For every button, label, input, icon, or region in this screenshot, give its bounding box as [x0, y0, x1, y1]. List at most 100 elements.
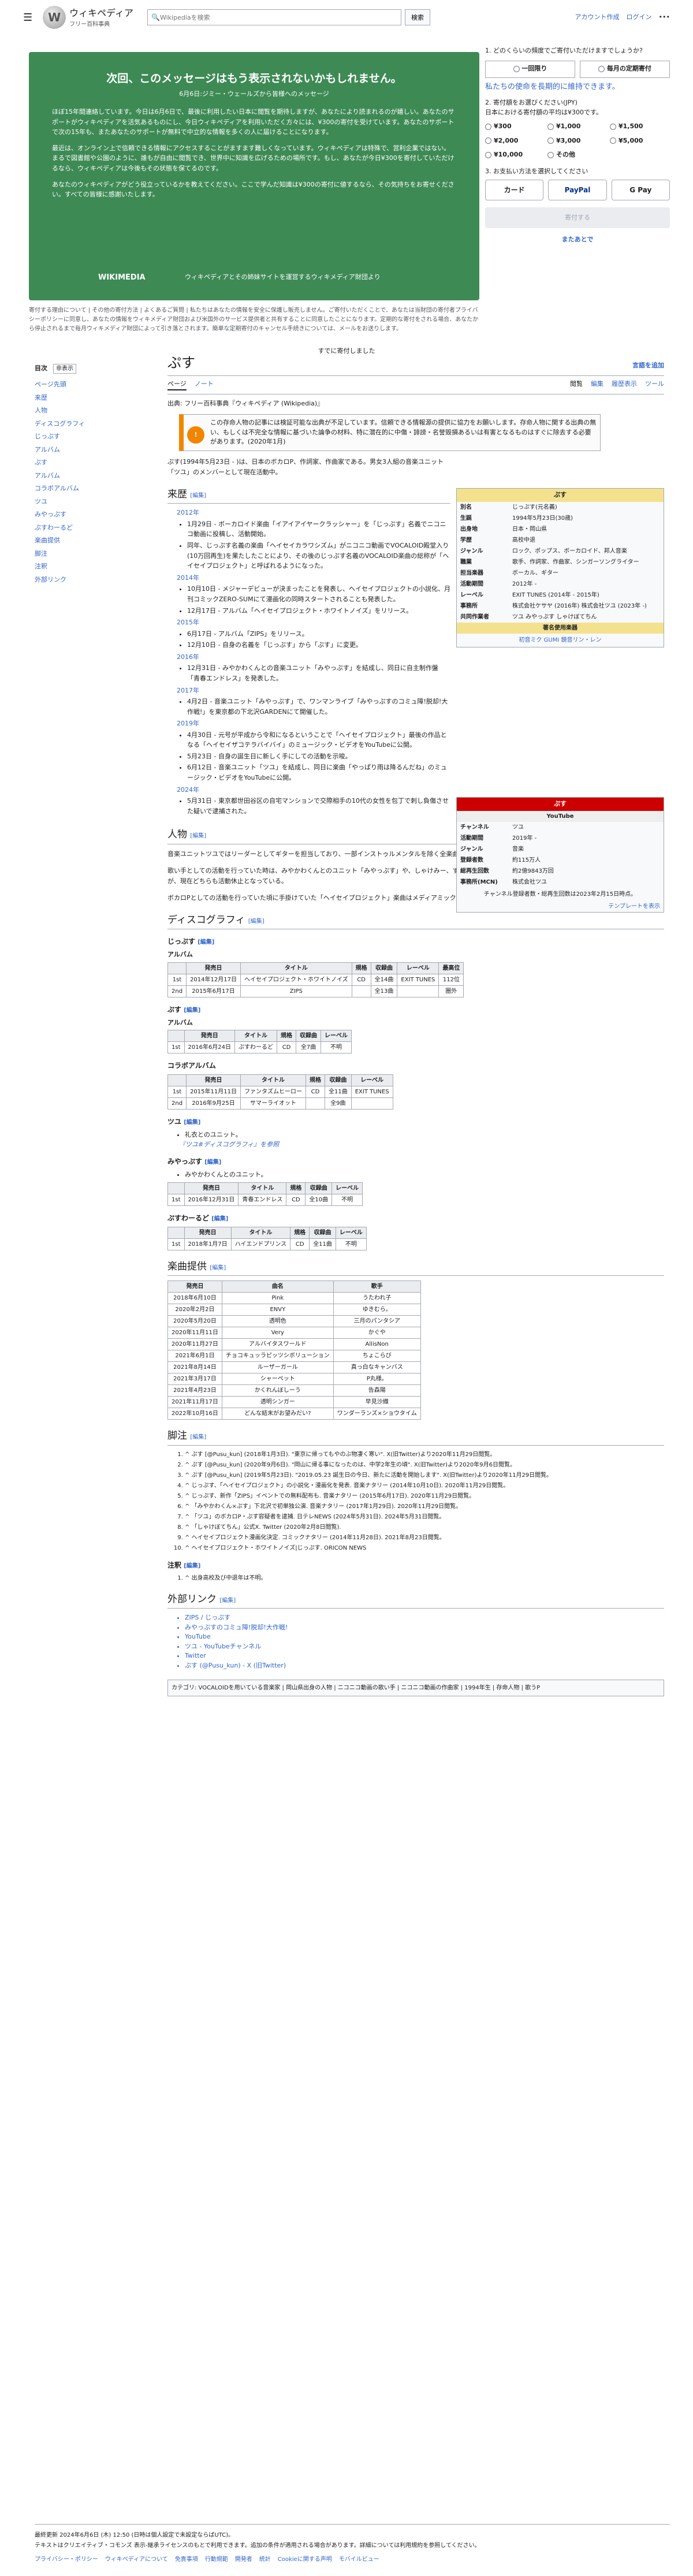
external-link[interactable]: みやっぷすのコミュ障!脱却!大作戦! [185, 1623, 664, 1633]
year-link[interactable]: 2015年 [177, 619, 199, 626]
donate-button[interactable]: 寄付する [485, 207, 670, 228]
amount-option[interactable]: ¥5,000 [610, 136, 670, 146]
external-link[interactable]: Twitter [185, 1651, 664, 1661]
toc-item[interactable]: ぷすわーるど [35, 522, 150, 535]
infobox-key: チャンネル [460, 824, 489, 831]
table-cell [305, 1097, 325, 1110]
table-cell: どんな結末がお望みだい? [221, 1408, 334, 1420]
gpay-button[interactable]: G Pay [611, 180, 670, 200]
footer-link[interactable]: Cookieに関する声明 [278, 2555, 332, 2565]
footer-link[interactable]: ウィキペディアについて [105, 2555, 168, 2565]
card-payment-button[interactable]: カード [485, 180, 544, 200]
table-header: 発売日 [184, 1182, 239, 1194]
footer-link[interactable]: プライバシー・ポリシー [35, 2555, 98, 2565]
edit-link[interactable]: [編集] [248, 918, 264, 925]
maybe-later-link[interactable]: またあとで [485, 235, 670, 245]
site-logo[interactable]: W ウィキペディア フリー百科事典 [43, 6, 133, 29]
section-supply: 楽曲提供 [編集] [167, 1260, 664, 1276]
edit-link[interactable]: [編集] [190, 1434, 206, 1440]
amount-option[interactable]: ¥2,000 [485, 136, 545, 146]
edit-link[interactable]: [編集] [204, 1159, 221, 1166]
edit-link[interactable]: [編集] [184, 1119, 200, 1126]
external-link[interactable]: YouTube [185, 1632, 664, 1642]
amount-option[interactable]: ¥1,500 [610, 122, 670, 132]
search-input[interactable] [159, 13, 398, 21]
one-time-option[interactable]: 一回限り [485, 60, 575, 78]
year-link[interactable]: 2016年 [177, 653, 199, 661]
see-also-link[interactable]: 『ツユ#ディスコグラフィ』を参照 [179, 1140, 664, 1150]
login-link[interactable]: ログイン [627, 13, 652, 23]
radio-icon [485, 123, 491, 130]
monthly-link[interactable]: 私たちの使命を長期的に維持できます。 [485, 81, 670, 93]
amount-option[interactable]: その他 [547, 150, 608, 160]
table-row: 2nd 2016年9月25日 サマーライオット 全9曲 [167, 1097, 393, 1110]
edit-link[interactable]: [編集] [198, 939, 214, 945]
year-link[interactable]: 2017年 [177, 687, 199, 694]
search-button[interactable]: 検索 [405, 9, 431, 25]
footer-link[interactable]: 行動規範 [205, 2555, 228, 2565]
footer-link[interactable]: 統計 [259, 2555, 271, 2565]
edit-link[interactable]: [編集] [184, 1563, 200, 1569]
toc-item[interactable]: じっぷす [35, 430, 150, 444]
tab-read[interactable]: 閲覧 [570, 379, 583, 390]
edit-link[interactable]: [編集] [190, 493, 206, 499]
toc-item[interactable]: 注釈 [35, 560, 150, 574]
edit-link[interactable]: [編集] [184, 1007, 200, 1014]
amount-option[interactable]: ¥10,000 [485, 150, 545, 160]
menu-icon[interactable]: ☰ [23, 10, 32, 25]
edit-link[interactable]: [編集] [190, 833, 206, 839]
tab-history[interactable]: 履歴表示 [612, 379, 637, 390]
table-row: 1st 2018年1月7日 ハイエンドプリンス CD 全11曲 不明 [167, 1238, 367, 1250]
toc-item[interactable]: アルバム [35, 470, 150, 483]
year-link[interactable]: 2019年 [177, 720, 199, 727]
create-account-link[interactable]: アカウント作成 [575, 13, 620, 23]
monthly-option[interactable]: 毎月の定期寄付 [580, 60, 670, 78]
infobox-key: ジャンル [460, 846, 483, 853]
tab-tools[interactable]: ツール [645, 379, 664, 390]
edit-link[interactable]: [編集] [211, 1216, 228, 1222]
banner-paragraph: あなたのウィキペディアがどう役立っているかを教えてください。ここで学んだ知識は¥… [52, 180, 454, 199]
toc-item[interactable]: アルバム [35, 444, 150, 457]
amount-option[interactable]: ¥3,000 [547, 136, 608, 146]
tab-talk[interactable]: ノート [195, 379, 214, 390]
toc-title: 目次 [35, 364, 47, 373]
table-cell: CD [305, 1086, 325, 1099]
year-link[interactable]: 2024年 [177, 786, 199, 794]
footer-link[interactable]: 免責事項 [175, 2555, 198, 2565]
external-link[interactable]: ZIPS / じっぷす [185, 1613, 664, 1623]
external-link[interactable]: ツユ - YouTubeチャンネル [185, 1642, 664, 1652]
add-language-button[interactable]: 言語を追加 [632, 361, 664, 371]
table-cell: 全11曲 [324, 1086, 352, 1099]
toc-item[interactable]: ページ先頭 [35, 378, 150, 392]
toc-hide-button[interactable]: 非表示 [53, 364, 76, 374]
footer-link[interactable]: 開発者 [235, 2555, 252, 2565]
paypal-button[interactable]: PayPal [548, 180, 607, 200]
infobox-instruments[interactable]: 初音ミク GUMI 鏡音リン・レン [457, 634, 664, 647]
edit-link[interactable]: [編集] [210, 1265, 226, 1271]
show-template-link[interactable]: テンプレートを表示 [457, 901, 664, 912]
external-link[interactable]: ぷす (@Pusu_kun) - X (旧Twitter) [185, 1661, 664, 1671]
toc-item[interactable]: 来歴 [35, 392, 150, 405]
toc-item[interactable]: ツユ [35, 496, 150, 509]
category-links[interactable]: カテゴリ: VOCALOIDを用いている音楽家 | 岡山県出身の人物 | ニコニ… [167, 1680, 664, 1697]
year-link[interactable]: 2012年 [177, 509, 199, 516]
toc-item[interactable]: ディスコグラフィ [35, 418, 150, 431]
toc-item[interactable]: みやっぷす [35, 508, 150, 522]
toc-item[interactable]: ぷす [35, 456, 150, 470]
footer-link[interactable]: モバイルビュー [339, 2555, 379, 2565]
table-header: タイトル [234, 1030, 278, 1043]
top-bar: ☰ W ウィキペディア フリー百科事典 🔍 検索 アカウント作成 ログイン ••… [0, 0, 693, 35]
tab-page[interactable]: ページ [167, 379, 187, 390]
toc-item[interactable]: 脚注 [35, 548, 150, 561]
tab-edit[interactable]: 編集 [591, 379, 603, 390]
amount-option[interactable]: ¥300 [485, 122, 545, 132]
toc-item[interactable]: 外部リンク [35, 574, 150, 587]
edit-link[interactable]: [編集] [219, 1598, 236, 1604]
toc-item[interactable]: 楽曲提供 [35, 534, 150, 548]
toc-item[interactable]: 人物 [35, 404, 150, 418]
toc-item[interactable]: コラボアルバム [35, 482, 150, 496]
monthly-label: 毎月の定期寄付 [606, 65, 651, 73]
year-link[interactable]: 2014年 [177, 574, 199, 582]
more-options-icon[interactable]: ••• [659, 13, 670, 23]
amount-option[interactable]: ¥1,000 [547, 122, 608, 132]
